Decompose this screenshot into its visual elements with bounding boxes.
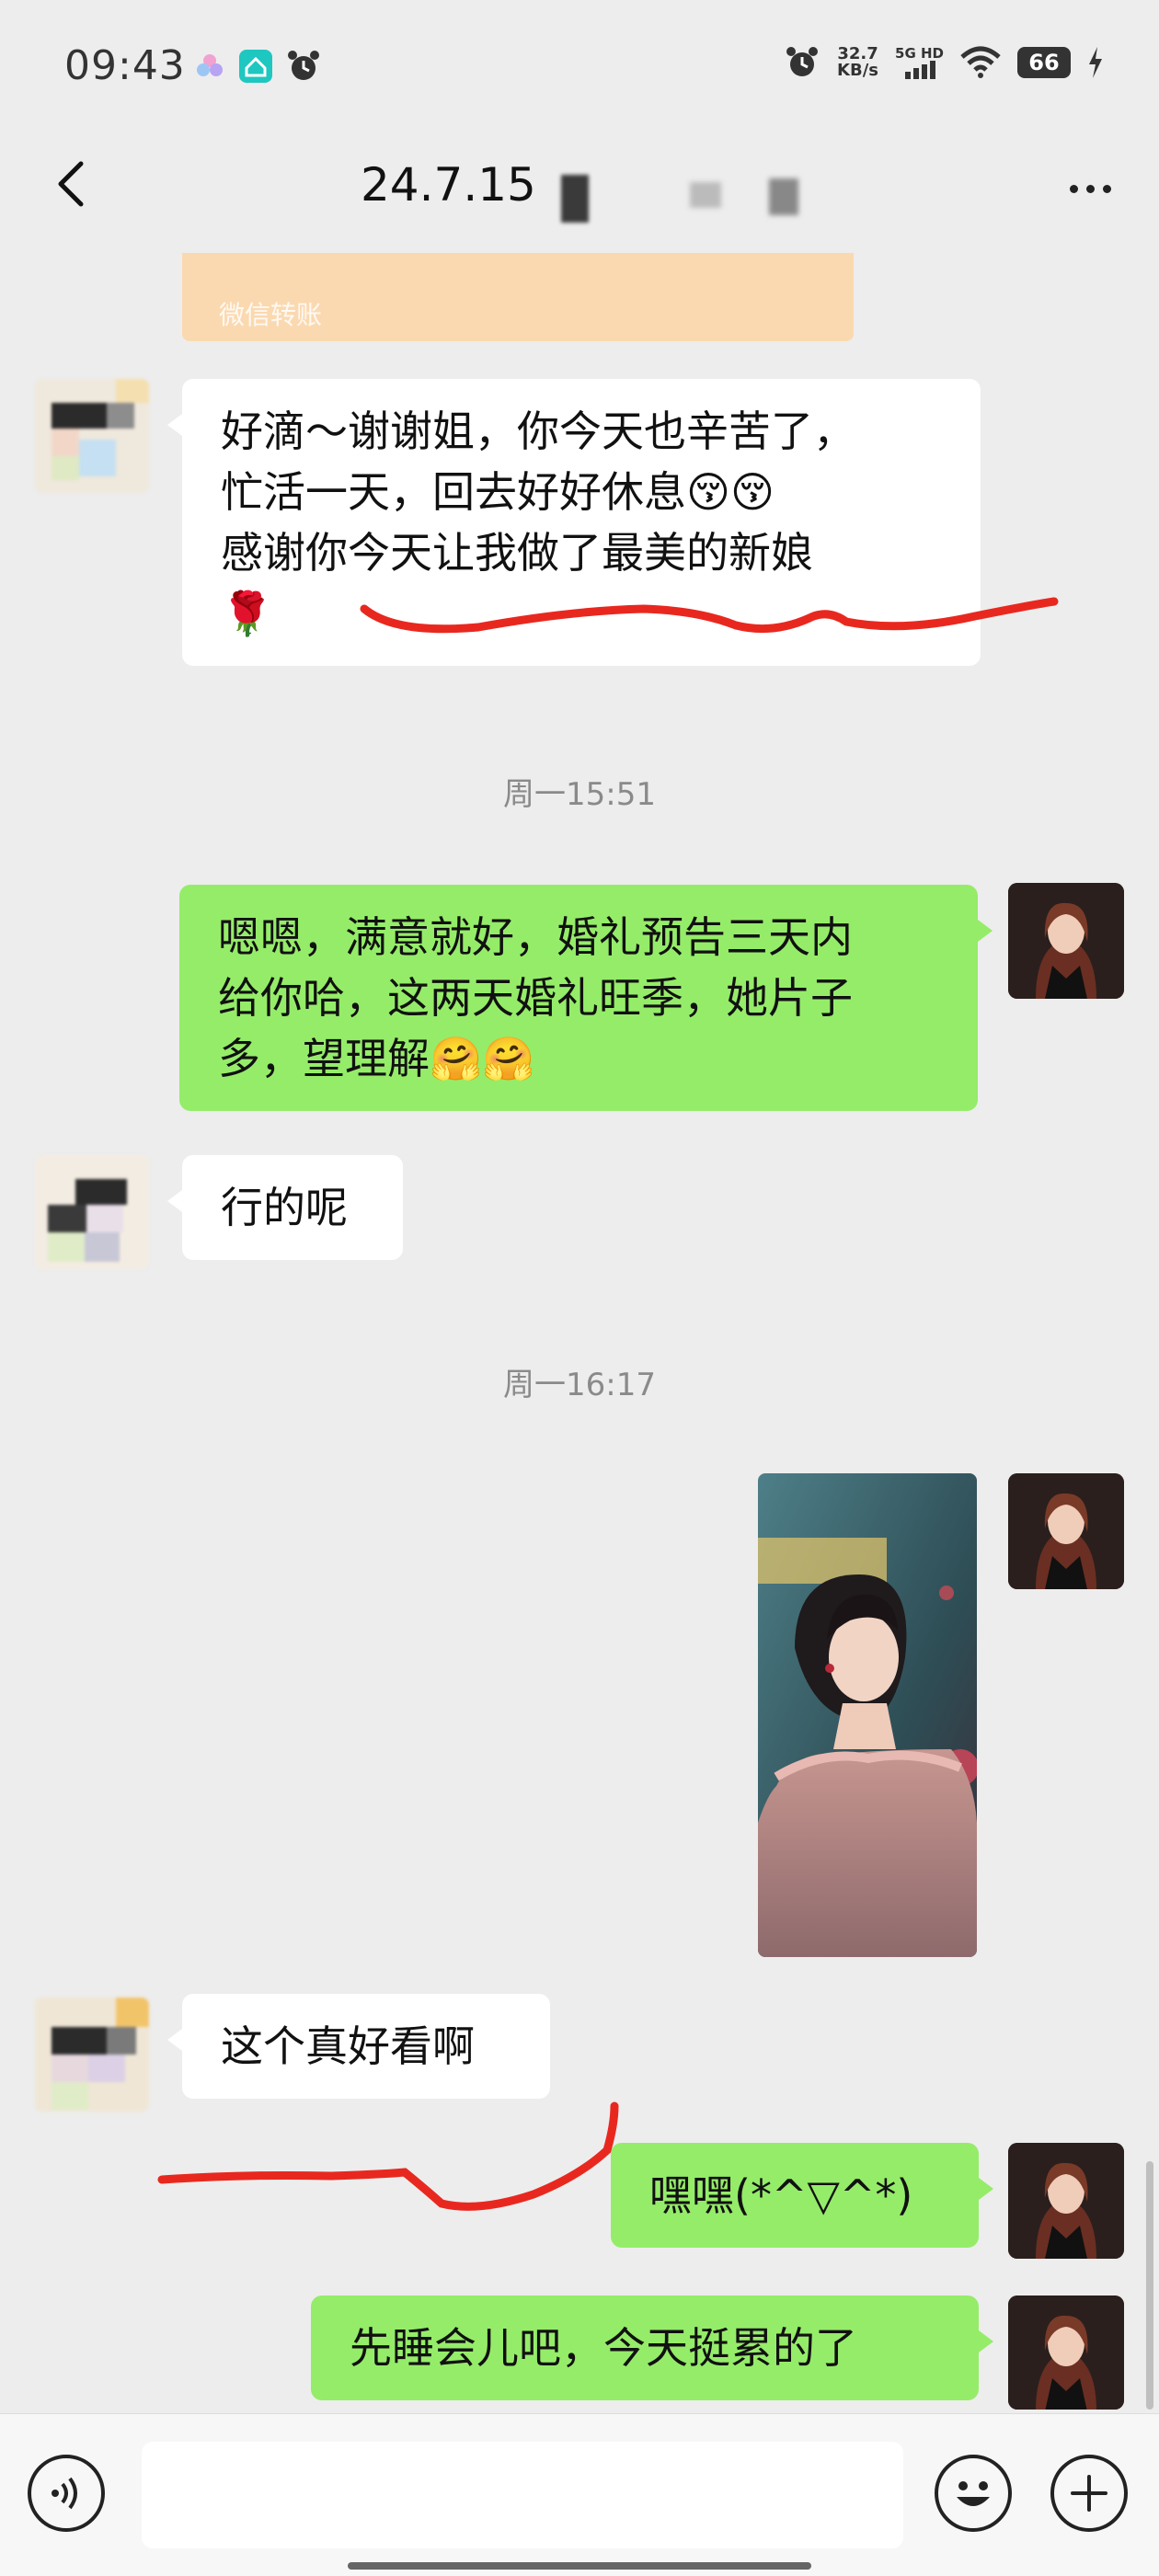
voice-icon <box>52 2477 77 2510</box>
message-bubble-outgoing[interactable]: 嘿嘿(*^▽^*) <box>611 2143 993 2248</box>
message-bubble-outgoing[interactable]: 嗯嗯，满意就好，婚礼预告三天内 给你哈，这两天婚礼旺季，她片子 多，望理解🤗🤗 <box>179 885 993 1111</box>
bride-photo <box>758 1473 977 1957</box>
plus-icon <box>1071 2475 1107 2512</box>
message-bubble-outgoing[interactable]: 先睡会儿吧，今天挺累的了 <box>311 2296 993 2400</box>
contact-avatar[interactable] <box>35 1998 149 2112</box>
message-text: 嗯嗯，满意就好，婚礼预告三天内 <box>218 912 853 962</box>
message-bubble-incoming[interactable]: 好滴～谢谢姐，你今天也辛苦了， 忙活一天，回去好好休息😚😚 感谢你今天让我做了最… <box>167 379 981 666</box>
profile-photo <box>1008 2143 1124 2259</box>
cell-signal: 5G HD <box>895 46 944 79</box>
app-home-icon <box>239 50 272 83</box>
my-avatar[interactable] <box>1008 1473 1124 1589</box>
charging-bolt-icon <box>1089 47 1102 78</box>
message-text: 🌹 <box>221 589 274 638</box>
message-text: 多，望理解🤗🤗 <box>218 1034 535 1083</box>
message-text: 行的呢 <box>221 1183 348 1232</box>
my-avatar[interactable] <box>1008 2296 1124 2410</box>
smiley-icon <box>957 2481 990 2506</box>
wechat-transfer-card[interactable]: 微信转账 <box>182 253 854 341</box>
more-functions-button[interactable] <box>1050 2455 1128 2532</box>
home-indicator[interactable] <box>348 2562 811 2570</box>
profile-photo <box>1008 883 1124 999</box>
redacted-name-block <box>561 175 589 223</box>
net-speed: 32.7 KB/s <box>837 46 878 79</box>
wifi-icon <box>960 46 1001 78</box>
message-text: 感谢你今天让我做了最美的新娘 <box>221 528 813 578</box>
profile-photo <box>1008 1473 1124 1589</box>
timestamp: 周一16:17 <box>503 1367 656 1403</box>
redacted-name-block <box>769 178 798 215</box>
chat-title: 24.7.15 <box>361 158 536 212</box>
contact-avatar[interactable] <box>35 379 149 493</box>
input-bar <box>0 2413 1159 2576</box>
message-text: 忙活一天，回去好好休息😚😚 <box>221 467 775 517</box>
transfer-label: 微信转账 <box>219 300 323 330</box>
emoji-button[interactable] <box>935 2455 1012 2532</box>
message-text: 先睡会儿吧，今天挺累的了 <box>350 2323 857 2373</box>
battery-indicator: 66 <box>1017 47 1071 78</box>
annotation-underline <box>157 2101 619 2211</box>
message-text: 给你哈，这两天婚礼旺季，她片子 <box>218 973 853 1023</box>
network-type: 5G HD <box>895 45 944 62</box>
image-message[interactable] <box>758 1473 977 1957</box>
app-flower-icon <box>197 54 223 76</box>
message-input[interactable] <box>142 2442 903 2548</box>
profile-photo <box>1008 2296 1124 2410</box>
back-arrow-icon[interactable] <box>46 156 101 212</box>
more-options-button[interactable] <box>1058 166 1122 212</box>
timestamp: 周一15:51 <box>503 776 656 813</box>
scrollbar[interactable] <box>1146 2161 1153 2410</box>
message-text: 好滴～谢谢姐，你今天也辛苦了， <box>221 406 855 456</box>
dot <box>1069 184 1078 193</box>
alarm-icon <box>288 51 319 80</box>
my-avatar[interactable] <box>1008 2143 1124 2259</box>
status-time: 09:43 <box>64 42 186 89</box>
chat-header: 24.7.15 <box>0 138 1159 239</box>
message-text: 嘿嘿(*^▽^*) <box>649 2170 913 2220</box>
status-right: 32.7 KB/s 5G HD 66 <box>784 44 1104 81</box>
voice-input-button[interactable] <box>28 2455 105 2532</box>
signal-bars-icon <box>904 61 935 79</box>
contact-avatar[interactable] <box>35 1155 149 1269</box>
dot <box>1102 184 1111 193</box>
message-text: 这个真好看啊 <box>221 2021 475 2071</box>
redacted-name-block <box>690 182 721 208</box>
message-bubble-incoming[interactable]: 行的呢 <box>167 1155 403 1260</box>
dot <box>1085 184 1095 193</box>
alarm-icon-right <box>786 47 819 76</box>
message-bubble-incoming[interactable]: 这个真好看啊 <box>167 1994 550 2099</box>
my-avatar[interactable] <box>1008 883 1124 999</box>
net-speed-unit: KB/s <box>837 61 879 80</box>
status-bar: 09:43 32.7 KB/s 5G HD 66 <box>0 0 1159 138</box>
